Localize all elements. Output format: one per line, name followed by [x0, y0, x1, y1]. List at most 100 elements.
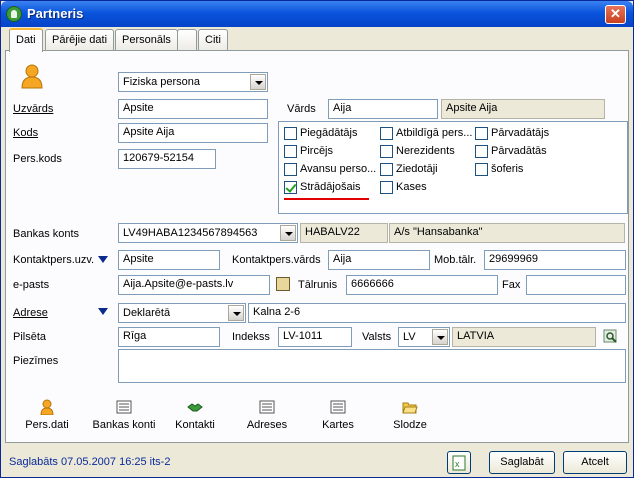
window-title: Partneris [27, 6, 84, 21]
cancel-button[interactable]: Atcelt [563, 451, 627, 474]
workload-button[interactable]: Slodze [388, 399, 432, 431]
checkbox-box[interactable] [284, 163, 297, 176]
person-type-select[interactable]: Fiziska persona [118, 72, 268, 92]
partner-window: Partneris ✕ Dati Pārējie dati Personāls … [0, 0, 634, 478]
email-label: e-pasts [13, 279, 50, 291]
checkbox-box[interactable] [284, 145, 297, 158]
person-type-value: Fiziska persona [123, 76, 201, 88]
bank-name-field: A/s "Hansabanka" [389, 223, 625, 243]
full-name-field: Apsite Aija [441, 99, 605, 119]
person-icon [20, 63, 44, 89]
address-label: Adrese [13, 307, 48, 319]
contact-name-label: Kontaktpers.vārds [232, 254, 321, 266]
city-label: Pilsēta [13, 331, 47, 343]
handshake-icon [187, 399, 203, 415]
search-icon[interactable] [603, 329, 619, 345]
status-bar: Saglabāts 07.05.2007 16:25 its-2 x Sagla… [5, 447, 631, 475]
partner-app-icon [6, 6, 22, 22]
contact-surname-input[interactable]: Apsite [118, 250, 220, 270]
checkbox-box[interactable] [475, 163, 488, 176]
checkbox-box-checked[interactable] [284, 181, 297, 194]
chevron-down-icon[interactable] [228, 305, 244, 321]
addresses-button[interactable]: Adreses [242, 399, 292, 431]
code-label: Kods [13, 127, 39, 139]
checkbox-box[interactable] [380, 163, 393, 176]
arrow-down-icon[interactable] [98, 256, 108, 263]
checkbox-box[interactable] [284, 127, 297, 140]
save-status-text: Saglabāts 07.05.2007 16:25 its-2 [9, 456, 171, 468]
checkbox-box[interactable] [380, 181, 393, 194]
phone-label: Tālrunis [298, 279, 338, 291]
checkbox-box[interactable] [380, 127, 393, 140]
list-icon [116, 399, 132, 415]
notes-label: Piezīmes [13, 355, 59, 367]
pers-code-label: Pers.kods [13, 153, 62, 165]
tab-dati[interactable]: Dati [9, 28, 43, 52]
surname-input[interactable]: Apsite [118, 99, 268, 119]
chevron-down-icon[interactable] [280, 225, 296, 241]
address-book-icon[interactable] [276, 277, 290, 291]
pers-dati-button[interactable]: Pers.dati [20, 399, 74, 431]
surname-label: Uzvārds [13, 103, 54, 115]
svg-text:x: x [455, 459, 460, 469]
bank-account-select[interactable]: LV49HABA1234567894563 [118, 223, 298, 243]
cards-label: Kartes [322, 419, 354, 431]
pers-code-input[interactable]: 120679-52154 [118, 149, 216, 169]
email-input[interactable]: Aija.Apsite@e-pasts.lv [118, 275, 270, 295]
cards-button[interactable]: Kartes [316, 399, 360, 431]
mobile-input[interactable]: 29699969 [484, 250, 626, 270]
tab-personals[interactable]: Personāls [115, 29, 178, 51]
checkbox-box[interactable] [475, 145, 488, 158]
save-button[interactable]: Saglabāt [489, 451, 555, 474]
title-bar[interactable]: Partneris ✕ [1, 1, 633, 27]
index-input[interactable]: LV-1011 [278, 327, 352, 347]
fax-input[interactable] [526, 275, 626, 295]
close-button[interactable]: ✕ [605, 5, 626, 24]
checkbox-box[interactable] [380, 145, 393, 158]
address-type-value: Deklarētā [123, 307, 171, 319]
checkbox-box[interactable] [475, 127, 488, 140]
mobile-label: Mob.tālr. [434, 254, 477, 266]
tab-blank[interactable] [177, 29, 197, 51]
city-input[interactable]: Rīga [118, 327, 220, 347]
export-button[interactable]: x [447, 451, 471, 474]
tab-parejie-dati[interactable]: Pārējie dati [45, 29, 115, 51]
chevron-down-icon[interactable] [250, 74, 266, 90]
person-icon [39, 399, 55, 416]
bank-accounts-button[interactable]: Bankas konti [88, 399, 160, 431]
tab-citi[interactable]: Citi [198, 29, 228, 51]
spreadsheet-icon: x [452, 455, 466, 471]
code-input[interactable]: Apsite Aija [118, 123, 268, 143]
notes-textarea[interactable] [118, 349, 626, 383]
list-icon [259, 399, 275, 415]
country-code-value: LV [403, 331, 416, 343]
contacts-label: Kontakti [175, 419, 215, 431]
contacts-button[interactable]: Kontakti [170, 399, 220, 431]
arrow-down-icon[interactable] [98, 308, 108, 315]
highlight-underline [284, 198, 369, 200]
country-select[interactable]: LV [398, 327, 450, 347]
country-name-field: LATVIA [452, 327, 596, 347]
bank-account-value: LV49HABA1234567894563 [123, 227, 258, 239]
phone-input[interactable]: 6666666 [346, 275, 498, 295]
contact-surname-label: Kontaktpers.uzv. [13, 254, 95, 266]
folder-open-icon [402, 399, 418, 415]
partner-roles-group: Piegādātājs Atbildīgā pers... Pārvadātāj… [278, 121, 628, 214]
name-input[interactable]: Aija [328, 99, 438, 119]
contact-name-input[interactable]: Aija [328, 250, 430, 270]
bank-code-field: HABALV22 [300, 223, 388, 243]
index-label: Indekss [232, 331, 270, 343]
fax-label: Fax [502, 279, 521, 291]
address-input[interactable]: Kalna 2-6 [248, 303, 626, 323]
workload-label: Slodze [393, 419, 427, 431]
country-label: Valsts [362, 331, 392, 343]
bank-accounts-label: Bankas konti [92, 419, 156, 431]
form-panel: Fiziska persona Uzvārds Apsite Vārds Aij… [5, 50, 629, 443]
chevron-down-icon[interactable] [432, 329, 448, 345]
list-icon [330, 399, 346, 415]
bank-account-label: Bankas konts [13, 228, 80, 240]
addresses-label: Adreses [246, 419, 288, 431]
pers-dati-label: Pers.dati [25, 419, 69, 431]
address-type-select[interactable]: Deklarētā [118, 303, 246, 323]
name-label: Vārds [287, 103, 316, 115]
